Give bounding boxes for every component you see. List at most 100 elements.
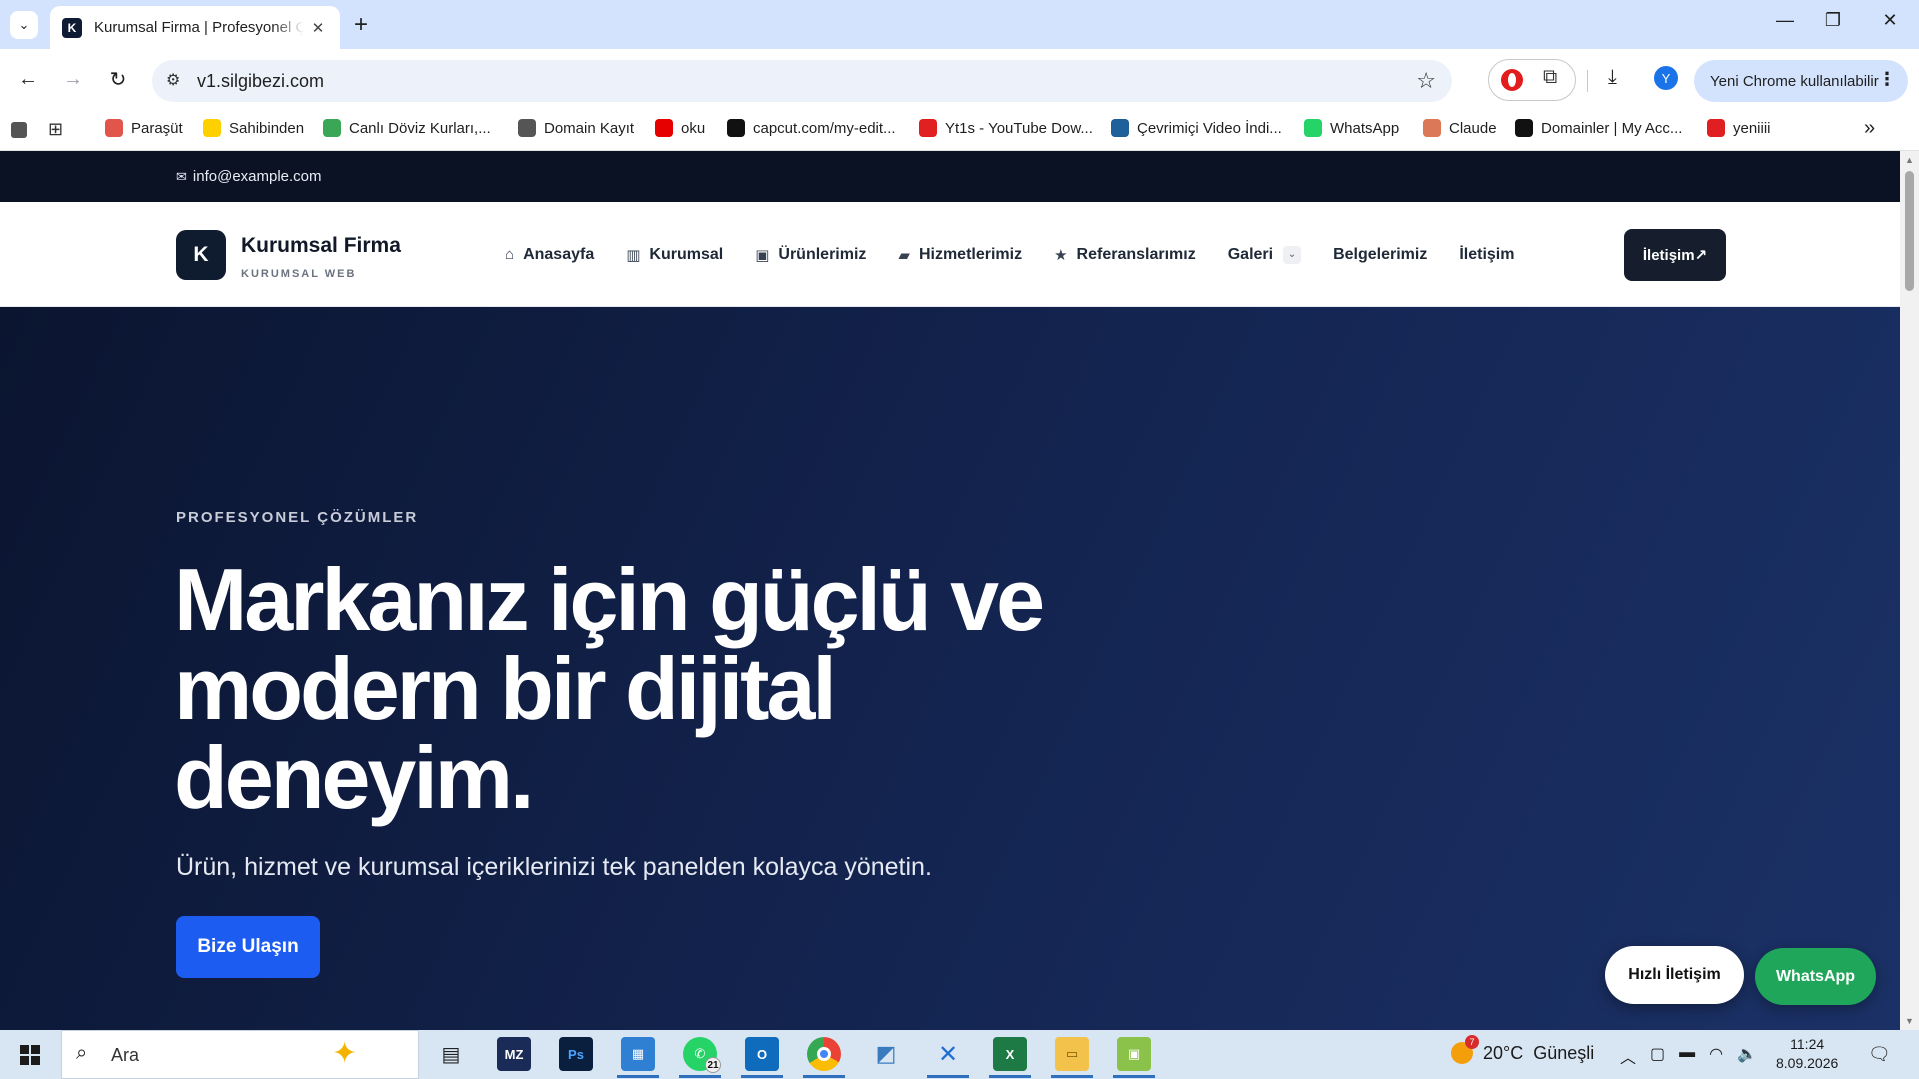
calendar-app-icon[interactable]: ▦ [617,1037,659,1078]
nav-item[interactable]: İletişim [1459,246,1514,264]
page-scrollbar[interactable]: ▲ ▼ [1900,151,1919,1030]
vscode-like-icon[interactable]: ✕ [927,1037,969,1078]
site-info-icon[interactable]: ⚙ [166,70,180,90]
bookmarks-bar: ⊞ Paraşüt Sahibinden Canlı Döviz Kurları,.… [0,111,1919,151]
photoshop-icon[interactable]: Ps [559,1037,593,1071]
bookmark-item[interactable]: Paraşüt [105,119,183,137]
profile-avatar[interactable]: Y [1654,66,1678,90]
address-bar[interactable]: ⚙ v1.silgibezi.com ☆ [152,60,1452,102]
bookmark-star-icon[interactable]: ☆ [1416,68,1436,94]
nav-label: Referanslarımız [1076,245,1196,263]
chevron-up-icon[interactable]: ︿ [1620,1044,1636,1068]
extensions-puzzle-icon[interactable]: ⧉ [1543,66,1557,89]
scroll-thumb[interactable] [1905,171,1914,291]
tab-title: Kurumsal Firma | Profesyonel Çözümler [94,19,304,36]
image-app-icon[interactable]: ▣ [1113,1037,1155,1078]
dropdown-caret-icon[interactable]: ⌄ [1283,245,1302,264]
nav-label: Anasayfa [523,245,595,263]
battery-icon[interactable]: ▬ [1679,1044,1695,1068]
notifications-icon[interactable]: 🗨 [1868,1044,1891,1065]
search-icon: ⌕ [76,1042,88,1064]
back-icon[interactable]: ← [12,63,44,95]
sun-icon: 7 [1451,1035,1479,1064]
windows-start-icon[interactable] [20,1045,40,1065]
mz-app-icon[interactable]: MZ [497,1037,531,1071]
nav-item[interactable]: ▰ Hizmetlerimiz [898,246,1022,264]
header-contact-button[interactable]: İletişim↗ [1624,229,1726,281]
chrome-taskbar-icon[interactable] [803,1037,845,1078]
bookmark-item[interactable]: Claude [1423,119,1497,137]
new-tab-button[interactable]: + [354,11,368,39]
windows-taskbar: ⌕ Ara ✦ ▤ MZ Ps ▦ ✆ 21 O ◩ ✕ X ▭ ▣ 7 20°C… [0,1030,1919,1079]
close-window-icon[interactable]: ✕ [1875,10,1905,31]
url-text[interactable]: v1.silgibezi.com [197,71,324,92]
tab-strip: ⌄ K Kurumsal Firma | Profesyonel Çözümle… [0,0,1919,49]
logo-mark[interactable]: K [176,230,226,280]
file-explorer-icon[interactable]: ▭ [1051,1037,1093,1078]
bookmark-item[interactable]: capcut.com/my-edit... [727,119,896,137]
nav-item[interactable]: Belgelerimiz [1333,246,1427,264]
volume-muted-icon[interactable]: 🔈 [1737,1044,1757,1068]
download-icon[interactable]: ⤓ [1608,66,1617,89]
wifi-icon[interactable]: ◠ [1709,1044,1723,1068]
tab-search-button[interactable]: ⌄ [10,11,38,39]
close-tab-icon[interactable]: ✕ [308,18,328,38]
bookmark-item[interactable]: Domain Kayıt [518,119,634,137]
meet-icon[interactable]: ▢ [1650,1044,1665,1068]
bookmark-label: yeniiii [1733,119,1771,137]
nav-item[interactable]: ⌂ Anasayfa [505,246,594,264]
excel-icon[interactable]: X [989,1037,1031,1078]
nav-item[interactable]: ★ Referanslarımız [1054,246,1196,264]
task-view-icon[interactable]: ▤ [434,1037,468,1071]
taskbar-clock[interactable]: 11:24 8.09.2026 [1776,1035,1838,1073]
weather-widget[interactable]: 7 20°C Güneşli [1451,1035,1595,1064]
whatsapp-icon [1304,119,1322,137]
weather-text: 20°C Güneşli [1483,1042,1595,1063]
outlook-icon[interactable]: O [741,1037,783,1078]
taskbar-search[interactable]: ⌕ Ara ✦ [61,1030,419,1079]
hero-title: Markanız için güçlü ve modern bir dijita… [174,550,1045,827]
tab-groups-icon[interactable] [11,122,27,138]
nav-item[interactable]: ▥ Kurumsal [626,246,723,264]
bookmark-item[interactable]: Çevrimiçi Video İndi... [1111,119,1282,137]
box-icon: ▣ [755,246,770,264]
topbar-email[interactable]: ✉ info@example.com [176,168,322,185]
extensions-group: ⧉ [1488,59,1576,101]
notepad-icon[interactable]: ◩ [869,1037,903,1071]
contact-us-button[interactable]: Bize Ulaşın [176,916,320,978]
chevron-down-icon: ⌄ [18,17,30,32]
apps-grid-icon[interactable]: ⊞ [48,119,68,139]
bookmark-item[interactable]: oku [655,119,705,137]
scroll-down-icon[interactable]: ▼ [1905,1016,1914,1026]
whatsapp-button[interactable]: WhatsApp [1755,948,1876,1005]
star-icon: ★ [1054,246,1068,264]
nav-item[interactable]: ▣ Ürünlerimiz [755,246,866,264]
reload-icon[interactable]: ↻ [102,63,134,95]
scroll-up-icon[interactable]: ▲ [1905,155,1914,165]
bookmark-item[interactable]: WhatsApp [1304,119,1399,137]
bookmark-item[interactable]: yeniiii [1707,119,1771,137]
more-bookmarks-icon[interactable]: » [1864,117,1875,140]
minimize-icon[interactable]: — [1770,10,1800,31]
bookmark-item[interactable]: Domainler | My Acc... [1515,119,1682,137]
video-download-icon [1111,119,1129,137]
bookmark-item[interactable]: Yt1s - YouTube Dow... [919,119,1093,137]
logo-name[interactable]: Kurumsal Firma [241,234,401,258]
chrome-update-button[interactable]: Yeni Chrome kullanılabilir ⋮ [1694,60,1908,102]
toolbar-divider [1587,70,1588,92]
yeniiii-icon [1707,119,1725,137]
bookmark-item[interactable]: Canlı Döviz Kurları,... [323,119,491,137]
opera-extension-icon[interactable] [1501,69,1523,91]
bookmark-item[interactable]: Sahibinden [203,119,304,137]
active-tab[interactable]: K Kurumsal Firma | Profesyonel Çözümler … [50,6,340,49]
hero-section: PROFESYONEL ÇÖZÜMLER Markanız için güçlü… [0,307,1900,1030]
quick-contact-button[interactable]: Hızlı İletişim [1605,946,1744,1004]
page-viewport: ✉ info@example.com K Kurumsal Firma KURU… [0,151,1900,1030]
hero-eyebrow: PROFESYONEL ÇÖZÜMLER [176,509,419,526]
whatsapp-taskbar-icon[interactable]: ✆ 21 [679,1037,721,1078]
menu-dots-icon[interactable]: ⋮ [1878,69,1896,90]
nav-item[interactable]: Galeri ⌄ [1228,245,1302,264]
forward-icon[interactable]: → [57,63,89,95]
restore-icon[interactable]: ❐ [1818,10,1848,31]
sahibinden-icon [203,119,221,137]
